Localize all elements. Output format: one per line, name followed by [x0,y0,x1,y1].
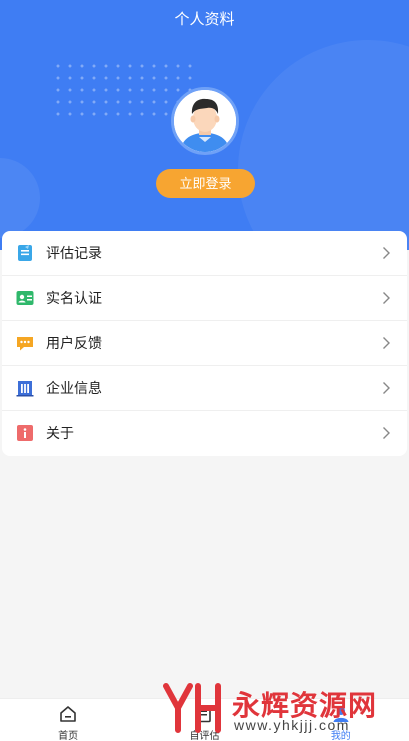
watermark-url: www.yhkjjj.com [234,717,350,733]
watermark-logo-icon [163,683,221,733]
chevron-right-icon [383,427,390,439]
decorative-circle [238,40,409,250]
id-card-icon [16,291,34,305]
building-icon [16,381,34,397]
decorative-circle [0,158,40,238]
profile-header: 个人资料 立即登录 [0,0,409,250]
home-icon [60,706,76,722]
avatar[interactable] [171,87,239,155]
watermark: 永辉资源网 www.yhkjjj.com [162,680,392,738]
menu-item-label: 企业信息 [46,380,102,396]
tab-label: 首页 [58,731,79,741]
menu-item-user-feedback[interactable]: 用户反馈 [2,321,407,366]
chevron-right-icon [383,382,390,394]
info-icon [17,425,33,441]
menu-item-company-info[interactable]: 企业信息 [2,366,407,411]
menu-item-label: 实名认证 [46,290,102,306]
page-title: 个人资料 [174,11,235,28]
menu-item-assessment-records[interactable]: 评估记录 [2,231,407,276]
decorative-dots [52,60,192,120]
user-avatar-icon [174,90,236,152]
tab-home[interactable]: 首页 [0,699,136,741]
menu-list: 评估记录 实名认证 用户反馈 企业信息 关于 [2,231,407,456]
menu-item-label: 评估记录 [46,245,102,261]
message-icon [17,337,33,351]
chevron-right-icon [383,337,390,349]
chevron-right-icon [383,292,390,304]
chevron-right-icon [383,247,390,259]
menu-item-about[interactable]: 关于 [2,411,407,456]
menu-item-real-name-verification[interactable]: 实名认证 [2,276,407,321]
clipboard-icon [18,245,32,261]
login-button[interactable]: 立即登录 [156,169,255,198]
menu-item-label: 关于 [46,425,74,441]
menu-item-label: 用户反馈 [46,335,102,351]
